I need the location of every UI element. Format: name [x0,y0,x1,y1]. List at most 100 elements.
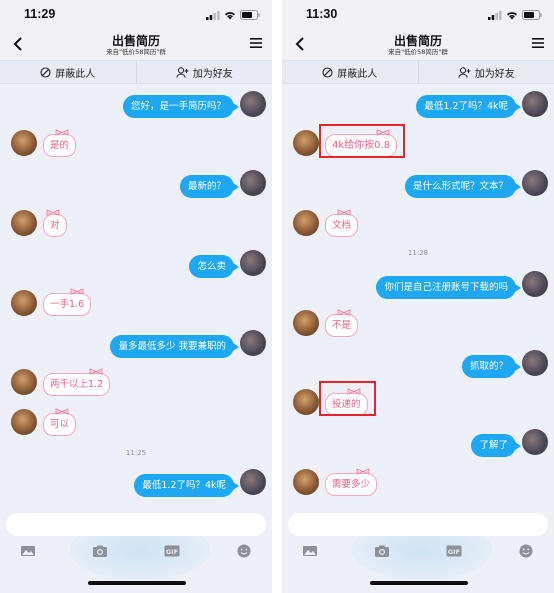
message-input[interactable] [288,513,548,536]
signal-icon [206,10,220,20]
status-bar: 11:29 [0,0,272,30]
add-friend-icon [176,66,189,78]
contact-message-bubble[interactable]: 需要多少 [325,468,378,496]
highlight-box [319,124,405,158]
wifi-icon [507,11,517,19]
contact-message-bubble[interactable]: 可以 [43,408,77,436]
contact-avatar[interactable] [293,130,319,156]
contact-avatar[interactable] [11,210,37,236]
add-friend-label: 加为好友 [474,68,515,80]
contact-message-text: 对 [50,220,60,231]
menu-icon[interactable] [249,36,263,50]
camera-icon[interactable] [92,543,108,559]
chat-subtitle: 来自"低价58简历"群 [106,48,166,56]
home-indicator[interactable] [370,581,468,585]
gif-label: GIF [448,548,460,556]
contact-avatar[interactable] [293,210,319,236]
contact-message-bubble[interactable]: 文档 [325,209,359,237]
highlight-box [319,381,376,416]
my-avatar[interactable] [240,91,266,117]
my-avatar[interactable] [240,330,266,356]
image-icon[interactable] [20,543,36,559]
gif-icon[interactable]: GIF [446,543,462,559]
phone-screen-left: 11:29 出售简历 来自"低价58简历"群 屏蔽此人 加为好友 您好，是一手简… [0,0,272,593]
my-avatar[interactable] [240,469,266,495]
contact-message-bubble[interactable]: 是的 [43,129,77,157]
gif-label: GIF [166,548,178,556]
my-message-bubble[interactable]: 是什么形式呢？文本？ [404,175,522,198]
contact-avatar[interactable] [293,389,319,415]
camera-icon[interactable] [374,543,390,559]
my-message-bubble[interactable]: 最低1.2了吗？4k呢 [134,474,239,497]
add-friend-button[interactable]: 加为好友 [417,61,554,83]
bow-decoration-icon [356,468,370,475]
add-friend-icon [458,66,471,78]
status-time: 11:29 [24,7,56,21]
nav-bar: 出售简历 来自"低价58简历"群 [0,28,272,60]
my-message-bubble[interactable]: 您好，是一手简历吗？ [122,95,240,118]
screen-divider [273,0,282,593]
bow-decoration-icon [55,408,69,415]
bow-decoration-icon [70,288,84,295]
image-icon[interactable] [302,543,318,559]
contact-message-bubble[interactable]: 两千以上1.2 [43,368,111,396]
wifi-icon [225,11,235,19]
battery-icon [240,10,260,20]
home-indicator[interactable] [88,581,186,585]
contact-message-text: 是的 [50,140,70,151]
contact-message-text: 可以 [50,419,70,430]
my-avatar[interactable] [522,170,548,196]
message-timestamp: 11:28 [407,249,429,257]
my-message-bubble[interactable]: 你们是自己注册账号下载的吗 [376,276,521,299]
status-icons [206,10,260,20]
bow-decoration-icon [46,209,59,216]
block-user-button[interactable]: 屏蔽此人 [282,61,418,83]
my-avatar[interactable] [240,170,266,196]
message-timestamp: 11:25 [125,449,147,457]
message-input[interactable] [6,513,266,536]
my-message-bubble[interactable]: 抓取的？ [461,355,522,378]
chat-subtitle: 来自"低价58简历"群 [388,48,448,56]
signal-icon [488,10,502,20]
my-message-bubble[interactable]: 最低1.2了吗？4k呢 [416,95,521,118]
contact-avatar[interactable] [293,469,319,495]
my-avatar[interactable] [522,91,548,117]
contact-avatar[interactable] [11,130,37,156]
my-message-bubble[interactable]: 最新的？ [179,175,240,198]
my-avatar[interactable] [522,429,548,455]
emoji-icon[interactable] [236,543,252,559]
battery-icon [522,10,542,20]
contact-message-bubble[interactable]: 对 [43,209,67,237]
contact-message-bubble[interactable]: 一手1.6 [43,288,92,316]
input-toolbar: GIF [282,543,554,561]
gif-icon[interactable]: GIF [164,543,180,559]
my-message-bubble[interactable]: 怎么卖 [189,255,239,278]
bow-decoration-icon [337,209,351,216]
contact-avatar[interactable] [11,290,37,316]
contact-message-text: 不是 [332,320,352,331]
phone-screen-right: 11:30 出售简历 来自"低价58简历"群 屏蔽此人 加为好友 最低1.2了吗… [282,0,554,593]
my-message-bubble[interactable]: 了解了 [471,434,521,457]
status-bar: 11:30 [282,0,554,30]
contact-avatar[interactable] [11,409,37,435]
action-bar: 屏蔽此人 加为好友 [282,60,554,84]
block-user-label: 屏蔽此人 [55,68,96,80]
my-avatar[interactable] [522,350,548,376]
menu-icon[interactable] [531,36,545,50]
contact-message-bubble[interactable]: 不是 [325,309,359,337]
bow-decoration-icon [55,129,69,136]
block-user-button[interactable]: 屏蔽此人 [0,61,136,83]
action-bar: 屏蔽此人 加为好友 [0,60,272,84]
add-friend-button[interactable]: 加为好友 [135,61,273,83]
emoji-icon[interactable] [518,543,534,559]
status-time: 11:30 [306,7,338,21]
my-avatar[interactable] [240,250,266,276]
contact-message-text: 需要多少 [332,479,371,490]
block-icon [40,66,51,78]
my-message-bubble[interactable]: 量多最低多少 我要兼职的 [110,335,239,358]
contact-message-text: 文档 [332,220,352,231]
contact-avatar[interactable] [293,310,319,336]
my-avatar[interactable] [522,271,548,297]
contact-avatar[interactable] [11,369,37,395]
bow-decoration-icon [337,309,351,316]
